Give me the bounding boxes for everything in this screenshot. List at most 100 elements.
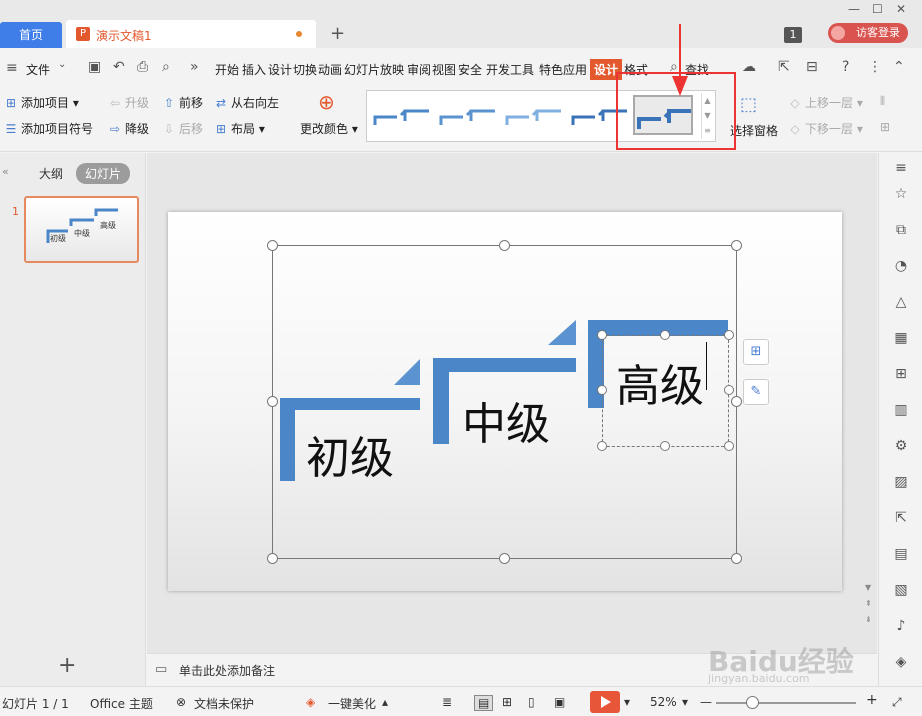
page-down-icon[interactable]: ⇟ [865, 615, 872, 624]
help-icon[interactable]: ? [842, 59, 849, 75]
share-icon[interactable]: ⇱ [778, 59, 790, 75]
style-thumbnail[interactable] [503, 101, 563, 131]
send-backward-button[interactable]: ◇ 下移一层 ▾ [788, 120, 862, 137]
bring-forward-button[interactable]: ◇ 上移一层 ▾ [788, 94, 862, 111]
slide[interactable]: 初级 中级 高级 [168, 212, 842, 591]
collapse-ribbon-icon[interactable]: ⌃ [893, 59, 905, 75]
fit-window-icon[interactable]: ⤢ [892, 695, 902, 710]
menu-review[interactable]: 审阅 [407, 61, 431, 78]
demote-button[interactable]: ⇨ 降级 [108, 120, 149, 137]
location-icon[interactable]: ◈ [892, 653, 910, 671]
menu-slideshow[interactable]: 幻灯片放映 [344, 61, 404, 78]
tab-document[interactable]: P 演示文稿1 [66, 20, 316, 48]
menu-insert[interactable]: 插入 [242, 61, 266, 78]
vertical-scrollbar[interactable]: ▼ ⇞ ⇟ [862, 153, 876, 653]
audio-icon[interactable]: ♪ [892, 617, 910, 635]
resize-handle[interactable] [731, 240, 742, 251]
zoom-level[interactable]: 52% [650, 695, 677, 709]
page-up-icon[interactable]: ⇞ [865, 599, 872, 608]
hamburger-icon[interactable]: ≡ [6, 60, 18, 76]
resize-handle[interactable] [267, 240, 278, 251]
guest-login-button[interactable]: 访客登录 [828, 23, 908, 43]
normal-view-icon[interactable]: ▤ [474, 695, 494, 711]
shape-style-brush-icon[interactable]: ✎ [743, 379, 769, 405]
minimize-icon[interactable]: — [848, 2, 860, 16]
more-icon[interactable]: » [190, 59, 199, 75]
scroll-down-icon[interactable]: ▼ [865, 583, 871, 592]
settings-sliders-icon[interactable]: ⚙ [892, 437, 910, 455]
print-preview-icon[interactable]: ⌕ [162, 59, 170, 75]
archive-icon[interactable]: ▤ [892, 545, 910, 563]
shape-handle[interactable] [724, 385, 734, 395]
resize-handle[interactable] [267, 553, 278, 564]
move-forward-button[interactable]: ⇧ 前移 [162, 94, 203, 111]
zoom-slider-knob[interactable] [746, 696, 759, 709]
window-count-badge[interactable]: 1 [784, 27, 802, 43]
tab-home[interactable]: 首页 [0, 22, 62, 48]
add-slide-button[interactable]: + [58, 653, 76, 678]
menu-file[interactable]: 文件 [26, 61, 50, 78]
table-icon[interactable]: ▦ [892, 329, 910, 347]
slide-thumbnail[interactable]: 初级 中级 高级 [24, 196, 139, 263]
menu-design[interactable]: 设计 [268, 61, 292, 78]
layout-button[interactable]: ⊞ 布局 ▾ [214, 120, 265, 137]
menu-transition[interactable]: 切换 [293, 61, 317, 78]
maximize-icon[interactable]: ☐ [872, 2, 883, 16]
sidebar-menu-icon[interactable]: ≡ [892, 159, 910, 177]
zoom-in-button[interactable]: + [866, 692, 878, 708]
presenter-view-icon[interactable]: ▣ [554, 695, 565, 709]
style-thumbnail[interactable] [437, 101, 497, 131]
print-icon[interactable]: ⎙ [137, 59, 148, 75]
zoom-out-button[interactable]: — [700, 695, 712, 709]
notes-toggle-icon[interactable]: ≣ [442, 695, 452, 709]
style-thumbnail[interactable] [371, 101, 431, 131]
picture-icon[interactable]: ▧ [892, 581, 910, 599]
menu-start[interactable]: 开始 [215, 61, 239, 78]
shape-handle[interactable] [597, 441, 607, 451]
move-backward-button[interactable]: ⇩ 后移 [162, 120, 203, 137]
undo-icon[interactable]: ↶ [113, 59, 125, 75]
menu-animation[interactable]: 动画 [318, 61, 342, 78]
collapse-pane-icon[interactable]: « [2, 165, 9, 178]
resize-handle[interactable] [499, 240, 510, 251]
add-item-button[interactable]: ⊞ 添加项目 ▾ [4, 94, 79, 111]
change-color-button[interactable]: 更改颜色 ▾ [300, 120, 358, 137]
theme-name[interactable]: Office 主题 [90, 695, 153, 712]
shape-handle[interactable] [597, 385, 607, 395]
export-icon[interactable]: ⇱ [892, 509, 910, 527]
resize-handle[interactable] [499, 553, 510, 564]
grid-icon[interactable]: ⊞ [892, 365, 910, 383]
tab-outline[interactable]: 大纲 [30, 163, 72, 184]
shape-handle[interactable] [660, 441, 670, 451]
chart-icon[interactable]: ▥ [892, 401, 910, 419]
play-slideshow-button[interactable] [590, 691, 620, 713]
menu-featured-apps[interactable]: 特色应用 [539, 61, 587, 78]
smartart-layout-float-icon[interactable]: ⊞ [743, 339, 769, 365]
fill-icon[interactable]: △ [892, 293, 910, 311]
selection-pane-button[interactable]: 选择窗格 [730, 122, 778, 139]
document-protection[interactable]: 文档未保护 [194, 695, 254, 712]
promote-button[interactable]: ⇦ 升级 [108, 94, 149, 111]
play-options-icon[interactable]: ▾ [624, 695, 630, 709]
step-label-2[interactable]: 中级 [462, 388, 550, 452]
star-icon[interactable]: ☆ [892, 185, 910, 203]
align-icon[interactable]: ⫴ [880, 94, 885, 109]
zoom-dropdown-icon[interactable]: ▾ [682, 695, 688, 709]
zoom-slider[interactable] [716, 702, 856, 704]
menu-view[interactable]: 视图 [432, 61, 456, 78]
step-label-1[interactable]: 初级 [306, 422, 394, 486]
selection-pane-icon[interactable]: ⬚ [740, 94, 757, 115]
copy-icon[interactable]: ⧉ [892, 221, 910, 239]
resize-handle[interactable] [731, 396, 742, 407]
group-icon[interactable]: ⊞ [880, 120, 890, 134]
shape-handle[interactable] [724, 441, 734, 451]
more-vertical-icon[interactable]: ⋮ [868, 59, 882, 75]
slide-sorter-icon[interactable]: ⊞ [502, 695, 512, 709]
one-click-beautify[interactable]: 一键美化 [328, 695, 376, 712]
new-tab-button[interactable]: + [330, 22, 345, 46]
shape-handle[interactable] [597, 330, 607, 340]
reading-view-icon[interactable]: ▯ [528, 695, 535, 709]
menu-security[interactable]: 安全 [458, 61, 482, 78]
shapes-icon[interactable]: ◔ [892, 257, 910, 275]
image-edit-icon[interactable]: ▨ [892, 473, 910, 491]
